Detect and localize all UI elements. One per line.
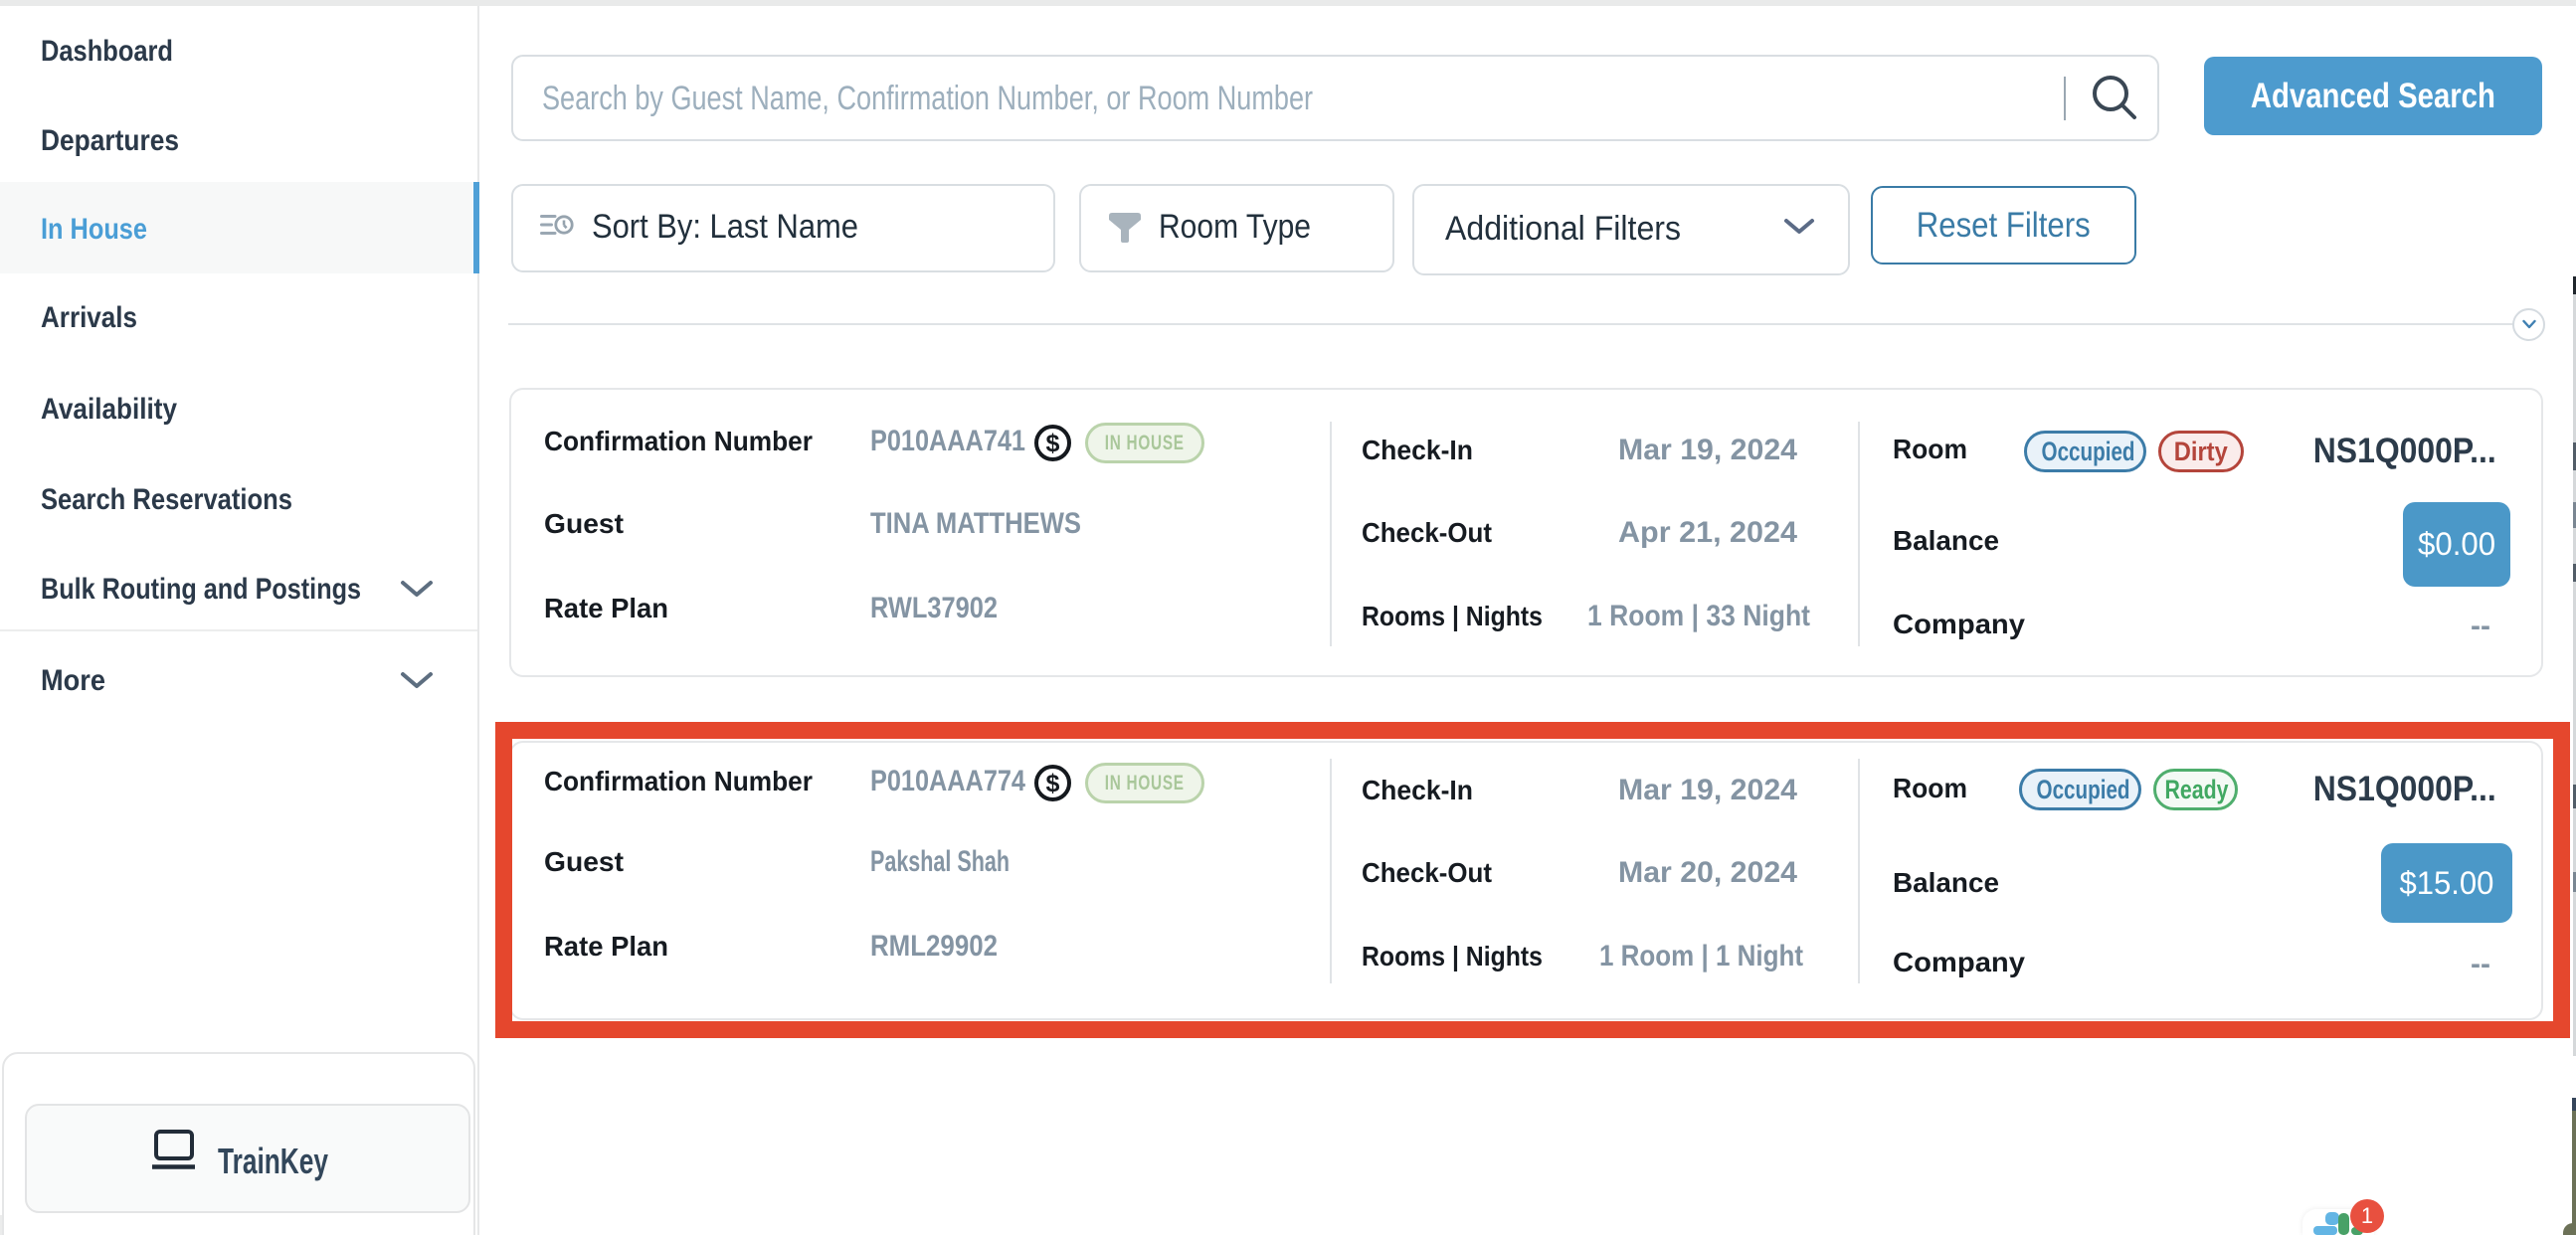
svg-text:$: $ — [1046, 430, 1060, 457]
